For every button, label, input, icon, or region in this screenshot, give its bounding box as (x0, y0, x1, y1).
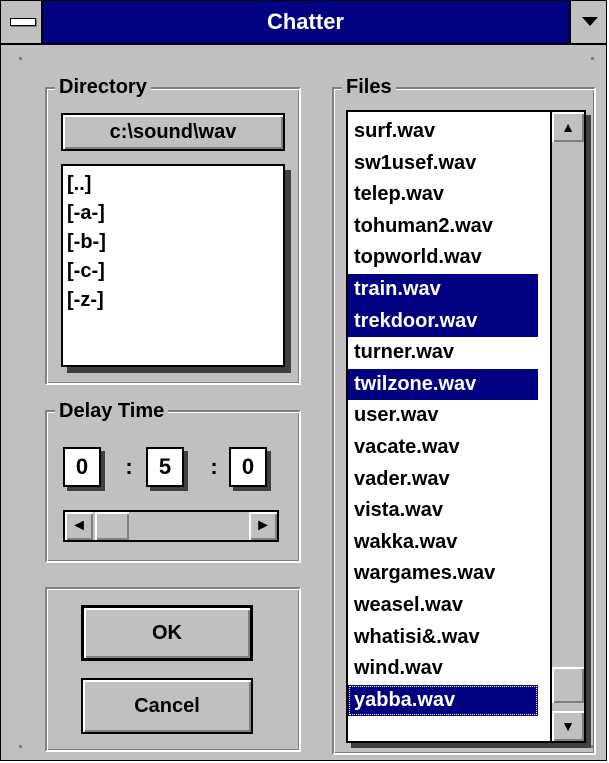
file-item[interactable]: wind.wav (348, 653, 538, 685)
scroll-down-button[interactable]: ▼ (552, 711, 584, 741)
file-item[interactable]: yabba.wav (348, 684, 538, 717)
delay-minutes-field[interactable]: 5 (146, 447, 184, 487)
file-item[interactable]: telep.wav (348, 179, 538, 211)
file-item[interactable]: topworld.wav (348, 242, 538, 274)
file-item[interactable]: twilzone.wav (348, 368, 538, 401)
resize-dot (591, 57, 594, 60)
directory-path-button[interactable]: c:\sound\wav (61, 113, 285, 151)
files-label: Files (342, 75, 396, 99)
delay-hours-field[interactable]: 0 (63, 447, 101, 487)
file-item[interactable]: user.wav (348, 400, 538, 432)
directory-item[interactable]: [..] (63, 170, 283, 199)
file-item[interactable]: vader.wav (348, 464, 538, 496)
directory-list[interactable]: [..] [-a-] [-b-] [-c-] [-z-] (61, 164, 285, 367)
scroll-up-button[interactable]: ▲ (552, 112, 584, 142)
directory-item[interactable]: [-z-] (63, 286, 283, 315)
scroll-thumb[interactable] (552, 667, 584, 703)
scroll-left-button[interactable]: ◄ (65, 512, 93, 540)
right-arrow-icon: ► (255, 517, 271, 534)
file-item[interactable]: whatisi&.wav (348, 622, 538, 654)
file-item[interactable]: weasel.wav (348, 590, 538, 622)
file-item[interactable]: vacate.wav (348, 432, 538, 464)
file-item[interactable]: wargames.wav (348, 558, 538, 590)
system-menu-button[interactable] (1, 1, 43, 43)
file-item[interactable]: surf.wav (348, 116, 538, 148)
window-title: Chatter (266, 9, 344, 34)
directory-item[interactable]: [-b-] (63, 228, 283, 257)
scroll-thumb[interactable] (95, 512, 129, 540)
down-arrow-icon: ▼ (561, 718, 575, 734)
file-item[interactable]: vista.wav (348, 495, 538, 527)
cancel-button[interactable]: Cancel (81, 678, 253, 734)
file-item[interactable]: tohuman2.wav (348, 211, 538, 243)
file-item[interactable]: sw1usef.wav (348, 148, 538, 180)
directory-label: Directory (55, 75, 151, 99)
system-menu-icon (10, 18, 36, 26)
resize-dot (19, 57, 22, 60)
resize-dot (19, 745, 22, 748)
title-bar[interactable]: Chatter (1, 1, 606, 45)
down-arrow-icon (582, 17, 598, 26)
minimize-button[interactable] (569, 1, 606, 43)
file-item[interactable]: turner.wav (348, 337, 538, 369)
time-separator: : (125, 454, 133, 479)
delay-scrollbar[interactable]: ◄ ► (63, 510, 279, 542)
chatter-window: Chatter Directory c:\sound\wav [..] [-a-]… (0, 0, 607, 761)
directory-item[interactable]: [-c-] (63, 257, 283, 286)
files-scrollbar[interactable]: ▲ ▼ (550, 112, 584, 741)
ok-button[interactable]: OK (81, 605, 253, 661)
up-arrow-icon: ▲ (561, 119, 575, 135)
file-item[interactable]: train.wav (348, 273, 538, 306)
files-list[interactable]: surf.wav sw1usef.wav telep.wav tohuman2.wav… (346, 110, 586, 743)
time-separator: : (210, 454, 218, 479)
file-item[interactable]: wakka.wav (348, 527, 538, 559)
scroll-right-button[interactable]: ► (249, 512, 277, 540)
file-item[interactable]: trekdoor.wav (348, 305, 538, 338)
directory-item[interactable]: [-a-] (63, 199, 283, 228)
delay-time-label: Delay Time (55, 399, 169, 423)
left-arrow-icon: ◄ (71, 517, 87, 534)
delay-seconds-field[interactable]: 0 (229, 447, 267, 487)
